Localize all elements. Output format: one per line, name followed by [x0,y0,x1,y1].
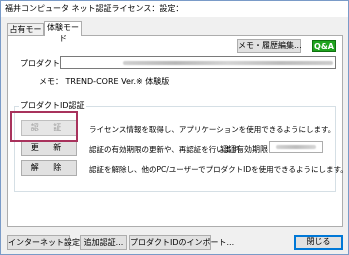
license-settings-window: 福井コンピュータ ネット認証ライセンス：設定： 占有モード 体験モード メモ・履… [0,0,349,255]
authenticate-description: ライセンス情報を取得し、アプリケーションを使用できるようにします。 [89,125,336,134]
validity-date-redacted [276,145,316,149]
product-id-field[interactable] [60,56,336,69]
release-highlight-frame [10,111,78,142]
product-id-redacted [123,61,333,65]
validity-date-field [269,141,323,153]
renew-button[interactable]: 更 新 [21,140,77,156]
memo-history-edit-button[interactable]: メモ・履歴編集... [237,39,302,53]
memo-text: メモ： TREND-CORE Ver.※ 体験版 [39,77,170,86]
tab-trial-mode[interactable]: 体験モード [44,21,82,43]
validity-label: 認証有効期限 [220,145,268,154]
qa-icon[interactable]: Q&A [312,40,336,52]
release-button[interactable]: 解 除 [21,160,77,176]
window-title: 福井コンピュータ ネット認証ライセンス：設定： [1,1,348,17]
tab-exclusive-mode[interactable]: 占有モード [7,23,44,45]
import-product-id-button[interactable]: プロダクトIDのインポート... [129,235,234,250]
group-title: プロダクトID認証 [19,101,86,111]
add-auth-button[interactable]: 追加認証... [80,235,127,250]
close-button[interactable]: 閉じる [294,235,343,250]
internet-settings-button[interactable]: インターネット設定... [7,235,88,250]
trial-mode-panel: メモ・履歴編集... Q&A プロダクトID： メモ： TREND-CORE V… [7,35,348,227]
release-description: 認証を解除し、他のPC/ユーザーでプロダクトIDを使用できるようにします。 [89,165,348,174]
